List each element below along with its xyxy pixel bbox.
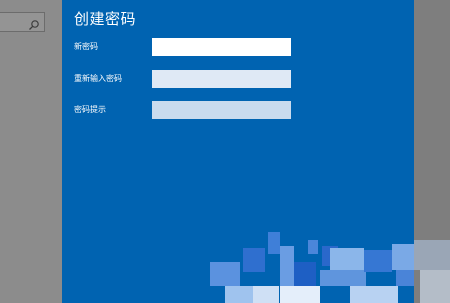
new-password-input[interactable] (152, 38, 291, 56)
password-hint-row: 密码提示 (74, 101, 404, 119)
create-password-dialog: 创建密码 新密码 重新输入密码 密码提示 (62, 0, 414, 303)
password-hint-label: 密码提示 (74, 105, 106, 114)
confirm-password-input[interactable] (152, 70, 291, 88)
settings-search-box[interactable] (0, 12, 45, 32)
new-password-row: 新密码 (74, 38, 404, 56)
background-window-strip (414, 0, 450, 303)
new-password-label: 新密码 (74, 42, 98, 51)
password-hint-input[interactable] (152, 101, 291, 119)
screen: 创建密码 新密码 重新输入密码 密码提示 (0, 0, 450, 303)
confirm-password-label: 重新输入密码 (74, 74, 122, 83)
search-icon[interactable] (28, 16, 40, 30)
dialog-title: 创建密码 (74, 10, 137, 28)
settings-window-background (0, 0, 62, 303)
confirm-password-row: 重新输入密码 (74, 70, 404, 88)
